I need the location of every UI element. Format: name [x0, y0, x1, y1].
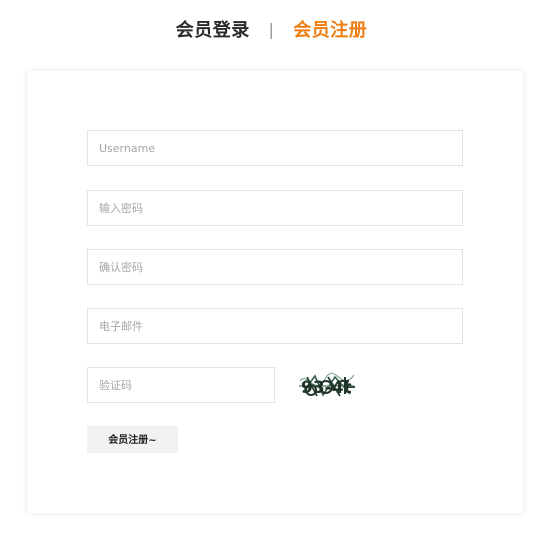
register-card: 93-4t 会员注册~ — [27, 71, 523, 513]
username-input[interactable] — [87, 130, 463, 166]
email-input[interactable] — [87, 308, 463, 344]
tab-divider: | — [268, 20, 275, 39]
captcha-graphic: 93-4t — [299, 372, 355, 398]
auth-tabs: 会员登录 | 会员注册 — [0, 18, 543, 44]
auth-header: 会员登录 | 会员注册 — [0, 0, 543, 64]
tab-register[interactable]: 会员注册 — [293, 18, 367, 44]
confirm-password-input[interactable] — [87, 249, 463, 285]
tab-login[interactable]: 会员登录 — [176, 18, 250, 44]
captcha-input[interactable] — [87, 367, 275, 403]
captcha-image[interactable]: 93-4t — [297, 369, 357, 401]
register-submit-button[interactable]: 会员注册~ — [87, 426, 178, 453]
password-input[interactable] — [87, 190, 463, 226]
captcha-text: 93-4t — [301, 378, 352, 398]
